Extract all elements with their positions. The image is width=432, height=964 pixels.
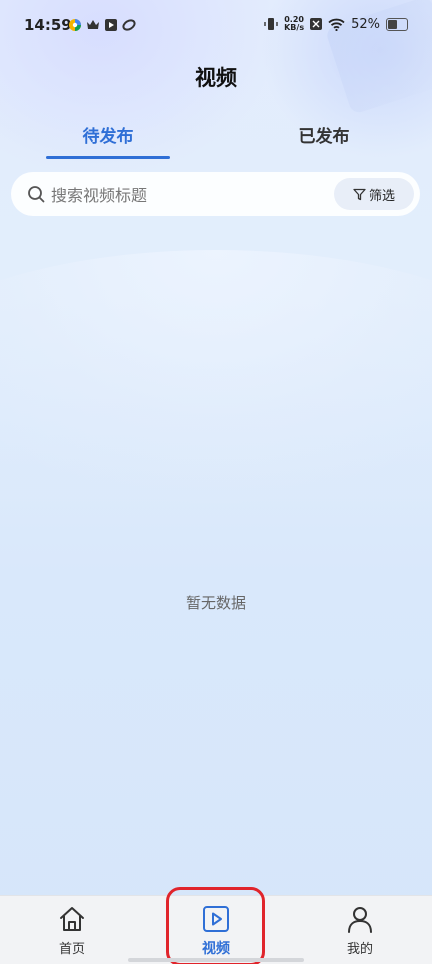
search-bar: 筛选 [11, 172, 420, 216]
home-icon [60, 907, 84, 931]
highlight-annotation [166, 887, 265, 964]
empty-state-text: 暂无数据 [185, 594, 246, 612]
nav-label-home: 首页 [58, 942, 85, 957]
page-title: 视频 [195, 66, 237, 90]
nav-item-home[interactable]: 首页 [27, 904, 117, 960]
nav-item-mine[interactable]: 我的 [315, 904, 405, 960]
active-tab-indicator [46, 156, 170, 159]
filter-label: 筛选 [368, 188, 395, 204]
net-speed: 0.20 KB/s [284, 15, 305, 32]
crown-icon [87, 20, 99, 29]
filter-button[interactable]: 筛选 [334, 178, 414, 210]
status-time: 14:59 [24, 16, 72, 34]
home-indicator[interactable] [128, 958, 304, 962]
search-input[interactable] [49, 178, 333, 212]
tab-published[interactable]: 已发布 [259, 122, 389, 147]
play-store-icon [105, 19, 117, 31]
filter-icon [353, 188, 366, 200]
status-system-icons: 0.20 KB/s 52% [264, 16, 408, 32]
search-icon [28, 186, 45, 203]
nav-label-mine: 我的 [346, 942, 373, 957]
nfc-icon [310, 18, 323, 30]
wifi-icon [328, 18, 345, 31]
battery-level [388, 19, 397, 29]
tab-bar: 待发布 已发布 [0, 118, 432, 162]
tab-pending[interactable]: 待发布 [43, 122, 173, 147]
background-arc [0, 250, 432, 510]
app-icon-colorful [69, 19, 81, 31]
status-notification-icons [68, 18, 136, 32]
status-bar: 14:59 0.20 KB/s 52% [0, 0, 432, 50]
vibrate-icon [264, 18, 278, 30]
battery-percent: 52% [351, 16, 380, 32]
leaf-icon [122, 19, 136, 31]
person-icon [348, 907, 372, 933]
battery-icon [386, 17, 408, 31]
